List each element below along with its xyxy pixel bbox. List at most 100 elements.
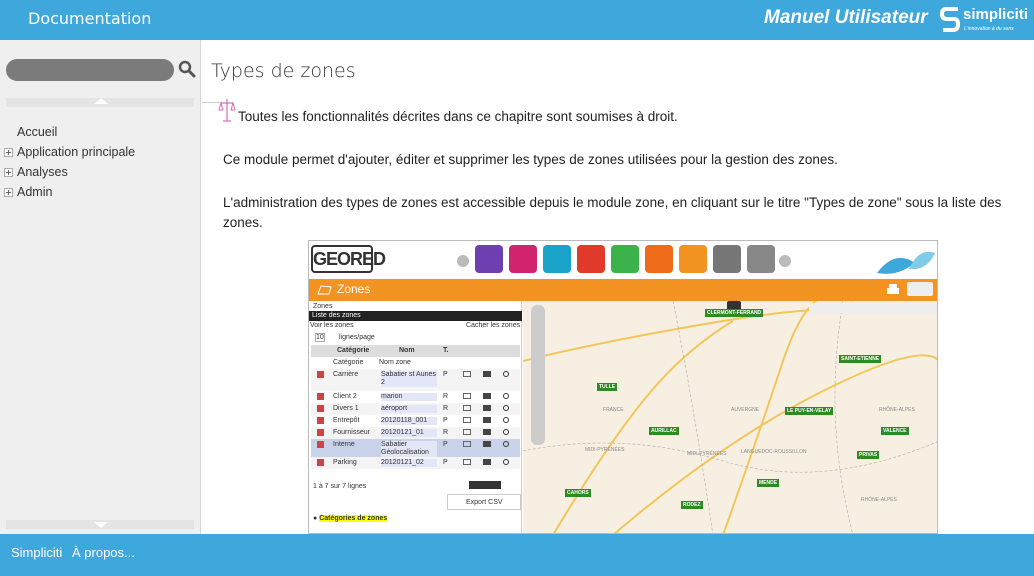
search-input[interactable]	[6, 59, 174, 81]
export-csv-button: Export CSV	[447, 494, 521, 510]
expand-icon[interactable]	[4, 168, 13, 177]
search-icon	[503, 417, 509, 423]
pin-le-puy: LE PUY-EN-VELAY	[785, 407, 834, 415]
paragraph-module: Ce module permet d'ajouter, éditer et su…	[223, 152, 838, 167]
chevron-up-icon	[94, 98, 108, 104]
simpliciti-link[interactable]: Simpliciti	[11, 545, 62, 560]
pin-cahors: CAHORS	[565, 489, 591, 497]
search-icon	[503, 441, 509, 447]
details-icon	[483, 459, 491, 465]
paragraph-admin: L'administration des types de zones est …	[223, 195, 1002, 230]
scale-icon	[218, 99, 236, 122]
scroll-up-button[interactable]	[6, 98, 194, 107]
region-label: MIDI-PYRÉNÉES	[585, 447, 625, 453]
table-row: Fournisseur 20120121_01 R	[311, 427, 520, 439]
cell-name: marion	[381, 393, 437, 401]
region-label: MIDI-PYRÉNÉES	[687, 451, 727, 457]
top-bar: Documentation Manuel Utilisateur simplic…	[0, 0, 1034, 40]
per-page-label: lignes/page	[339, 334, 375, 341]
category-icon	[317, 429, 324, 436]
cell-name: 20120118_001	[381, 417, 437, 425]
category-icon	[317, 405, 324, 412]
category-icon	[317, 459, 324, 466]
edit-icon	[463, 417, 471, 423]
calculator-module-icon	[713, 245, 741, 273]
cell-type: P	[443, 371, 448, 378]
details-icon	[483, 371, 491, 377]
app-header: GEORED	[309, 241, 937, 279]
cell-type: P	[443, 459, 448, 466]
nav-item-analyses[interactable]: Analyses	[4, 164, 194, 184]
table-row: Divers 1 aéroport R	[311, 403, 520, 415]
pin-valence: VALENCE	[881, 427, 909, 435]
category-icon	[317, 393, 324, 400]
expand-icon[interactable]	[4, 148, 13, 157]
filter-category: Catégorie	[333, 359, 364, 366]
flags-module-icon	[509, 245, 537, 273]
category-icon	[317, 441, 324, 448]
pin-saint-etienne: SAINT-ETIENNE	[839, 355, 882, 363]
paragraph-rights: Toutes les fonctionnalités décrites dans…	[238, 109, 678, 124]
nav-item-accueil[interactable]: Accueil	[4, 124, 194, 144]
search-icon[interactable]	[178, 60, 196, 78]
edit-icon	[463, 441, 471, 447]
pager	[469, 481, 501, 489]
main-content: Types de zones Toutes les fonctionnalité…	[202, 40, 1034, 534]
details-icon	[483, 417, 491, 423]
cell-type: R	[443, 405, 449, 412]
cell-category: Parking	[333, 459, 357, 466]
map-view: CLERMONT-FERRAND SAINT-ETIENNE TULLE LE …	[523, 301, 937, 533]
simpliciti-logo[interactable]: simpliciti L'innovation à du sens	[940, 4, 1030, 38]
categories-label: Catégories de zones	[319, 515, 388, 522]
details-icon	[483, 405, 491, 411]
cell-category: Interne	[333, 441, 355, 448]
documentation-title[interactable]: Documentation	[28, 9, 151, 28]
cell-type: R	[443, 429, 449, 436]
hide-zones-link: Cacher les zones	[466, 322, 521, 329]
geored-logo: GEORED	[311, 245, 386, 273]
pin-tulle: TULLE	[597, 383, 618, 391]
calendar-module-icon	[747, 245, 775, 273]
zones-panel: Zones Liste des zones Voir les zones Cac…	[309, 301, 522, 533]
simpliciti-logo-icon	[940, 7, 961, 32]
expand-icon[interactable]	[4, 188, 13, 197]
print-icon	[887, 284, 899, 294]
bottom-bar: Simpliciti À propos...	[0, 534, 1034, 576]
nav-item-label: Analyses	[17, 165, 68, 179]
header-type: T.	[443, 347, 449, 354]
about-link[interactable]: À propos...	[72, 545, 135, 560]
edit-icon	[463, 393, 471, 399]
table-row: Parking 20120121_02 P	[311, 457, 520, 469]
zones-module-bar: Zones	[309, 279, 937, 301]
scroll-down-button[interactable]	[6, 520, 194, 529]
manual-title: Manuel Utilisateur	[764, 7, 928, 28]
show-zones-link: Voir les zones	[310, 322, 354, 329]
pin-aurillac: AURILLAC	[649, 427, 679, 435]
pin-clermont: CLERMONT-FERRAND	[705, 309, 764, 317]
prev-icon	[457, 255, 469, 267]
filter-row: Catégorie Nom zone	[311, 357, 520, 369]
zone-module-icon	[679, 245, 707, 273]
brand-name: simpliciti	[963, 6, 1029, 23]
region-label: AUVERGNE	[731, 407, 760, 413]
header-name: Nom	[399, 347, 415, 354]
nav-item-admin[interactable]: Admin	[4, 184, 194, 204]
cell-name: Sabatier Géolocalisation	[381, 441, 437, 457]
chevron-down-icon	[94, 522, 108, 528]
cell-type: P	[443, 417, 448, 424]
edit-icon	[463, 371, 471, 377]
table-row: Carrière Sabatier st Aunes 2 P	[311, 369, 520, 391]
header-category: Catégorie	[337, 347, 370, 354]
cell-name: 20120121_01	[381, 429, 437, 437]
cell-type: P	[443, 441, 448, 448]
row-count: 1 à 7 sur 7 lignes	[313, 483, 367, 490]
nav-item-application-principale[interactable]: Application principale	[4, 144, 194, 164]
region-label: RHÔNE-ALPES	[861, 497, 897, 503]
clock-module-icon	[475, 245, 503, 273]
drop-module-icon	[543, 245, 571, 273]
table-row: Interne Sabatier Géolocalisation P	[311, 439, 520, 457]
network-module-icon	[611, 245, 639, 273]
nav-item-label: Admin	[17, 185, 53, 199]
cell-category: Client 2	[333, 393, 357, 400]
tag-dropdown	[907, 282, 933, 296]
